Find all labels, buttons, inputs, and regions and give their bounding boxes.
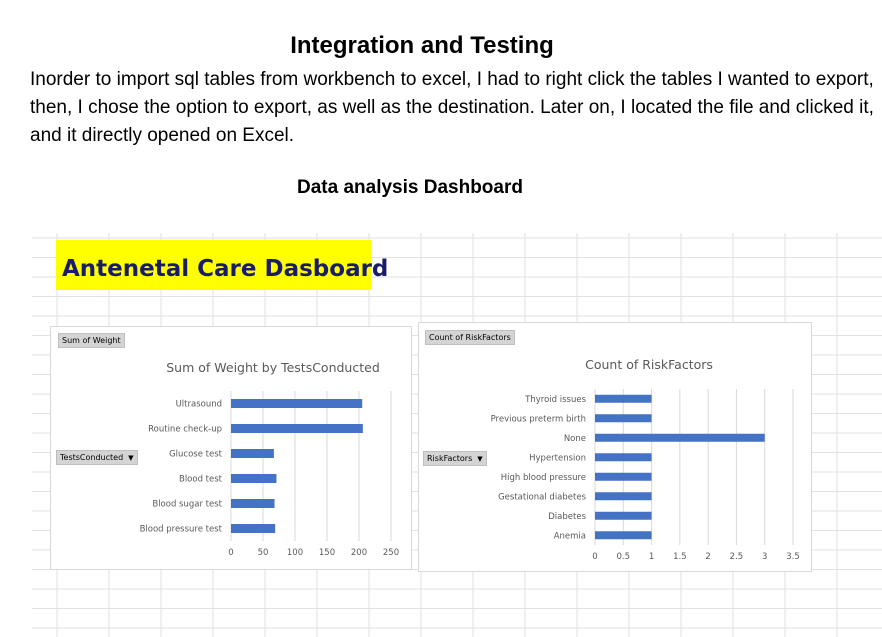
x-tick-label: 0 [592,552,597,562]
category-label: Diabetes [548,512,586,522]
bar [595,492,652,501]
chart-risk-factors[interactable]: Count of RiskFactors 0 0.5 1 1.5 2 2.5 3 3.5 Thyr… [418,322,812,572]
bar [595,453,652,462]
x-tick-label: 0 [228,548,233,558]
x-tick-label: 2 [705,552,710,562]
bar [595,511,652,520]
category-label: Blood sugar test [152,500,222,510]
x-tick-label: 250 [383,548,399,558]
category-label: Thyroid issues [524,395,586,405]
category-label: Blood pressure test [140,525,223,535]
dropdown-arrow-icon: ▼ [128,454,134,462]
category-label: Glucose test [169,450,223,460]
x-tick-label: 50 [258,548,269,558]
x-tick-label: 2.5 [730,552,744,562]
category-label: Previous preterm birth [491,414,586,424]
x-tick-label: 100 [287,548,303,558]
bar [231,399,363,408]
dashboard-title: Antenetal Care Dasboard [62,256,389,282]
riskfactors-filter-button[interactable]: RiskFactors ▼ [423,451,487,466]
category-label: High blood pressure [501,473,586,483]
count-of-riskfactors-button[interactable]: Count of RiskFactors [425,330,515,345]
bar [231,474,277,483]
dropdown-arrow-icon: ▼ [477,455,483,463]
document-paragraph: Inorder to import sql tables from workbe… [30,69,874,146]
bar [231,449,274,458]
bar [231,424,363,433]
bar [231,524,276,533]
category-label: Routine check-up [148,425,222,435]
sum-of-weight-label: Sum of Weight [62,336,121,345]
category-label: None [564,434,586,444]
dashboard-banner: Antenetal Care Dasboard [56,240,388,290]
count-of-riskfactors-label: Count of RiskFactors [429,333,511,342]
riskfactors-label: RiskFactors [427,454,473,463]
bar [231,499,275,508]
sum-of-weight-button[interactable]: Sum of Weight [58,333,125,348]
chart-weight-by-tests[interactable]: Sum of Weight by TestsConducted 0 50 100 150… [50,326,412,570]
chart-title: Sum of Weight by TestsConducted [166,360,380,375]
x-tick-label: 3.5 [786,552,800,562]
x-tick-label: 1.5 [673,552,687,562]
tests-conducted-label: TestsConducted [60,453,124,462]
category-label: Gestational diabetes [498,492,586,502]
x-tick-label: 3 [762,552,767,562]
x-tick-label: 200 [351,548,367,558]
document-title: Integration and Testing [290,32,554,59]
bar [595,414,652,423]
x-tick-label: 150 [319,548,335,558]
x-tick-label: 1 [649,552,654,562]
chart-title: Count of RiskFactors [585,357,713,372]
chart-risk-factors-plot: Count of RiskFactors 0 0.5 1 1.5 2 2.5 3 3.5 Thyr… [491,357,800,562]
category-label: Ultrasound [176,400,222,410]
x-tick-label: 0.5 [617,552,631,562]
bar [595,472,652,481]
bar [595,394,652,403]
chart-weight-by-tests-plot: Sum of Weight by TestsConducted 0 50 100 150… [140,360,400,558]
category-label: Blood test [179,475,223,485]
bar [595,433,765,442]
document-subtitle: Data analysis Dashboard [297,177,523,198]
tests-conducted-filter-button[interactable]: TestsConducted ▼ [56,450,138,465]
category-label: Anemia [554,531,586,541]
bar [595,531,652,540]
category-label: Hypertension [529,453,586,463]
